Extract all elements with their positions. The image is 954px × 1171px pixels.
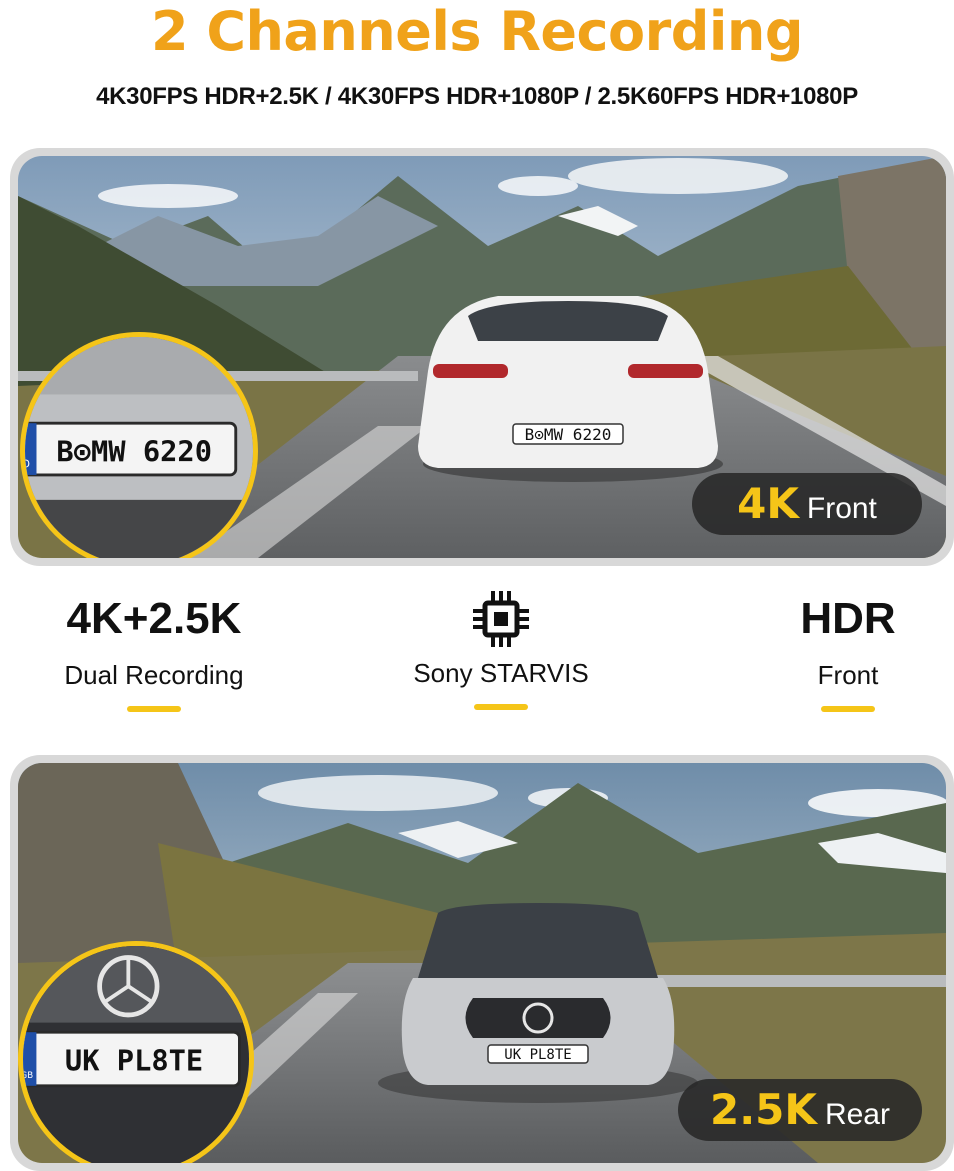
rear-plate-magnifier: GB UK PL8TE: [23, 946, 249, 1163]
accent-underline: [127, 706, 181, 712]
feature-headline: HDR: [800, 594, 896, 643]
front-car-plate-text: B⊙MW 6220: [525, 425, 612, 444]
front-plate-zoom: D B⊙MW 6220: [20, 332, 258, 558]
rear-camera-photo: UK PL8TE GB UK PL8TE 2.5K Rear: [10, 755, 954, 1171]
feature-caption: Front: [817, 660, 879, 690]
feature-headline: 4K+2.5K: [66, 594, 242, 643]
feature-caption: Dual Recording: [64, 660, 244, 690]
rear-road-scene: UK PL8TE GB UK PL8TE 2.5K Rear: [18, 763, 946, 1163]
front-camera-photo: B⊙MW 6220 D B⊙MW 6220 4K Front: [10, 148, 954, 566]
rear-plate-country: GB: [23, 1071, 33, 1081]
feature-sony-starvis: Sony STARVIS: [351, 590, 651, 735]
page-title: 2 Channels Recording: [150, 0, 804, 63]
accent-underline: [821, 706, 875, 712]
feature-dual-recording: 4K+2.5K Dual Recording: [4, 590, 304, 735]
rear-position-label: Rear: [824, 1098, 890, 1131]
white-sports-car: B⊙MW 6220: [418, 296, 723, 482]
front-resolution: 4K: [737, 479, 799, 528]
rear-resolution: 2.5K: [710, 1085, 817, 1134]
accent-underline: [474, 704, 528, 710]
chip-icon: [351, 590, 651, 648]
rear-plate-zoom: GB UK PL8TE: [18, 941, 254, 1163]
recording-modes: 4K30FPS HDR+2.5K / 4K30FPS HDR+1080P / 2…: [96, 83, 858, 110]
feature-hdr-front: HDR Front: [698, 590, 954, 735]
front-plate-country: D: [25, 458, 30, 470]
front-position-label: Front: [806, 492, 877, 525]
front-road-scene: B⊙MW 6220 D B⊙MW 6220 4K Front: [18, 156, 946, 558]
rear-car-plate-text: UK PL8TE: [504, 1047, 571, 1063]
feature-row: 4K+2.5K Dual Recording Sony STARVIS HDR …: [0, 590, 954, 735]
front-zoom-plate-text: B⊙MW 6220: [56, 435, 212, 469]
rear-camera-badge: 2.5K Rear: [678, 1079, 922, 1141]
feature-caption: Sony STARVIS: [413, 658, 589, 688]
rear-zoom-plate-text: UK PL8TE: [65, 1043, 203, 1077]
front-camera-badge: 4K Front: [692, 473, 922, 535]
front-plate-magnifier: D B⊙MW 6220: [25, 337, 253, 558]
